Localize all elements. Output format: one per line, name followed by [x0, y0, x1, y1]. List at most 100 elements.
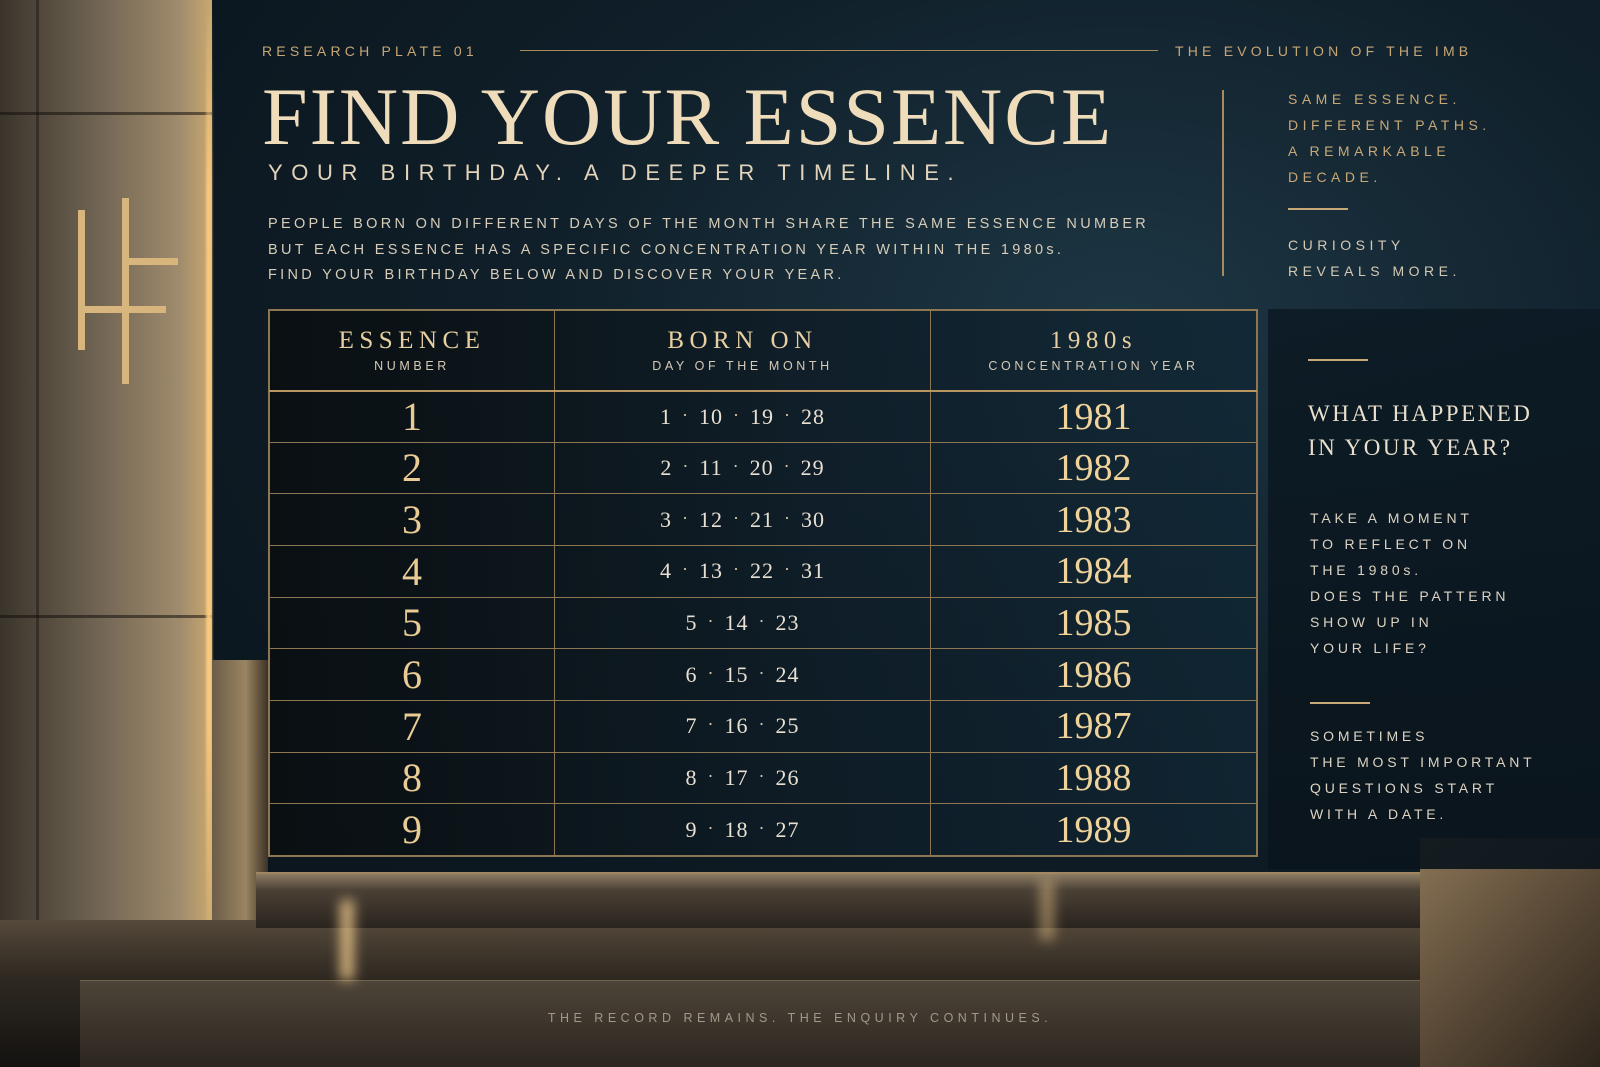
birth-day: 18	[724, 816, 749, 842]
day-separator: ·	[707, 610, 715, 631]
stone-ledge	[256, 872, 1436, 928]
panel-foot-line: SOMETIMES	[1310, 728, 1429, 744]
page-subtitle: YOUR BIRTHDAY. A DEEPER TIMELINE.	[268, 160, 963, 185]
panel-body-line: THE 1980s.	[1310, 562, 1422, 578]
day-separator: ·	[758, 662, 766, 683]
birth-day: 3	[660, 506, 672, 532]
essence-number: 3	[269, 493, 555, 546]
concentration-year: 1986	[930, 648, 1257, 701]
essence-number: 9	[269, 803, 555, 856]
day-separator: ·	[758, 610, 766, 631]
header-sub: CONCENTRATION YEAR	[988, 359, 1199, 374]
birth-day: 22	[750, 558, 774, 584]
intro-text: PEOPLE BORN ON DIFFERENT DAYS OF THE MON…	[268, 212, 1188, 289]
header-year: 1980s CONCENTRATION YEAR	[930, 310, 1257, 391]
birth-day: 29	[800, 454, 825, 480]
concentration-year: 1988	[930, 751, 1257, 805]
day-separator: ·	[758, 714, 766, 735]
essence-number: 1	[269, 390, 555, 443]
birth-day: 24	[775, 661, 800, 687]
header-sub: NUMBER	[374, 359, 450, 374]
birth-day: 17	[724, 764, 749, 790]
day-separator: ·	[682, 559, 689, 580]
side-note-line: SAME ESSENCE.	[1288, 91, 1461, 107]
day-separator: ·	[784, 559, 791, 580]
birth-day: 21	[750, 506, 774, 532]
day-separator: ·	[732, 455, 740, 476]
birth-day: 16	[724, 713, 749, 739]
birth-day: 6	[685, 661, 698, 687]
table-body: 1 1 · 10 · 19 · 28 1981 2 2 · 11 · 20 · 29 1982 3 3 · 12 · 21 · 3…	[269, 390, 1257, 856]
panel-body-line: SHOW UP IN	[1310, 614, 1433, 630]
header-main: 1980s	[1049, 327, 1138, 355]
concentration-year: 1984	[930, 544, 1257, 598]
birth-day: 9	[685, 816, 698, 842]
birth-day: 7	[685, 713, 698, 739]
birth-days: 2 · 11 · 20 · 29	[554, 441, 931, 495]
intro-line: PEOPLE BORN ON DIFFERENT DAYS OF THE MON…	[268, 216, 1150, 232]
panel-body-line: YOUR LIFE?	[1310, 640, 1430, 656]
day-separator: ·	[707, 714, 715, 735]
table-row: 2 2 · 11 · 20 · 29 1982	[269, 441, 1257, 495]
day-separator: ·	[758, 765, 766, 786]
pillar-seam	[0, 615, 212, 618]
short-rule	[1288, 208, 1348, 210]
panel-title: WHAT HAPPENED IN YOUR YEAR?	[1308, 397, 1532, 465]
panel-rule	[1308, 359, 1368, 361]
birth-day: 30	[801, 506, 825, 532]
day-separator: ·	[682, 455, 690, 476]
birth-day: 5	[685, 609, 698, 635]
birth-day: 11	[699, 454, 723, 480]
concentration-year: 1983	[930, 493, 1257, 546]
day-separator: ·	[707, 765, 715, 786]
birth-days: 9 · 18 · 27	[554, 803, 931, 856]
table-row: 1 1 · 10 · 19 · 28 1981	[269, 390, 1257, 443]
series-label: THE EVOLUTION OF THE IMB	[1175, 43, 1473, 59]
birth-days: 4 · 13 · 22 · 31	[554, 544, 931, 598]
side-note: SAME ESSENCE. DIFFERENT PATHS. A REMARKA…	[1288, 86, 1491, 284]
table-row: 5 5 · 14 · 23 1985	[269, 596, 1257, 650]
pillar-edge	[36, 0, 39, 960]
birth-days: 1 · 10 · 19 · 28	[554, 390, 931, 443]
birth-day: 10	[699, 403, 723, 429]
concentration-year: 1982	[930, 441, 1257, 495]
birth-day: 31	[801, 558, 825, 584]
birth-day: 25	[775, 713, 800, 739]
panel-title-line: WHAT HAPPENED	[1308, 401, 1533, 426]
birth-days: 6 · 15 · 24	[554, 648, 931, 701]
birth-day: 15	[724, 661, 749, 687]
table-header-row: ESSENCE NUMBER BORN ON DAY OF THE MONTH …	[269, 310, 1257, 391]
panel-foot-line: QUESTIONS START	[1310, 780, 1498, 796]
header-main: BORN ON	[667, 327, 818, 355]
curiosity-line: CURIOSITY	[1288, 237, 1405, 253]
curiosity-note: CURIOSITY REVEALS MORE.	[1288, 232, 1491, 284]
birth-day: 28	[801, 403, 825, 429]
birth-day: 23	[775, 609, 800, 635]
birth-day: 27	[775, 816, 800, 842]
side-note-line: A REMARKABLE	[1288, 143, 1451, 159]
birth-days: 3 · 12 · 21 · 30	[554, 493, 931, 546]
header-rule	[520, 50, 1158, 51]
day-separator: ·	[758, 817, 766, 838]
birth-day: 14	[724, 609, 749, 635]
birth-day: 19	[750, 403, 774, 429]
day-separator: ·	[682, 404, 689, 425]
day-separator: ·	[784, 507, 791, 528]
birth-days: 8 · 17 · 26	[554, 751, 931, 805]
stone-pillar	[0, 0, 212, 960]
birth-day: 2	[660, 454, 673, 480]
essence-number: 6	[269, 648, 555, 701]
birth-day: 12	[699, 506, 723, 532]
intro-line: FIND YOUR BIRTHDAY BELOW AND DISCOVER YO…	[268, 267, 845, 283]
day-separator: ·	[784, 404, 791, 425]
curiosity-line: REVEALS MORE.	[1288, 263, 1461, 279]
table-row: 6 6 · 15 · 24 1986	[269, 648, 1257, 701]
panel-rule	[1310, 702, 1370, 704]
birth-day: 8	[685, 764, 698, 790]
side-note-line: DECADE.	[1288, 169, 1382, 185]
header-essence: ESSENCE NUMBER	[269, 310, 555, 391]
panel-title-line: IN YOUR YEAR?	[1308, 435, 1513, 460]
day-separator: ·	[707, 662, 715, 683]
concentration-year: 1987	[930, 699, 1257, 753]
essence-table: ESSENCE NUMBER BORN ON DAY OF THE MONTH …	[268, 309, 1258, 857]
